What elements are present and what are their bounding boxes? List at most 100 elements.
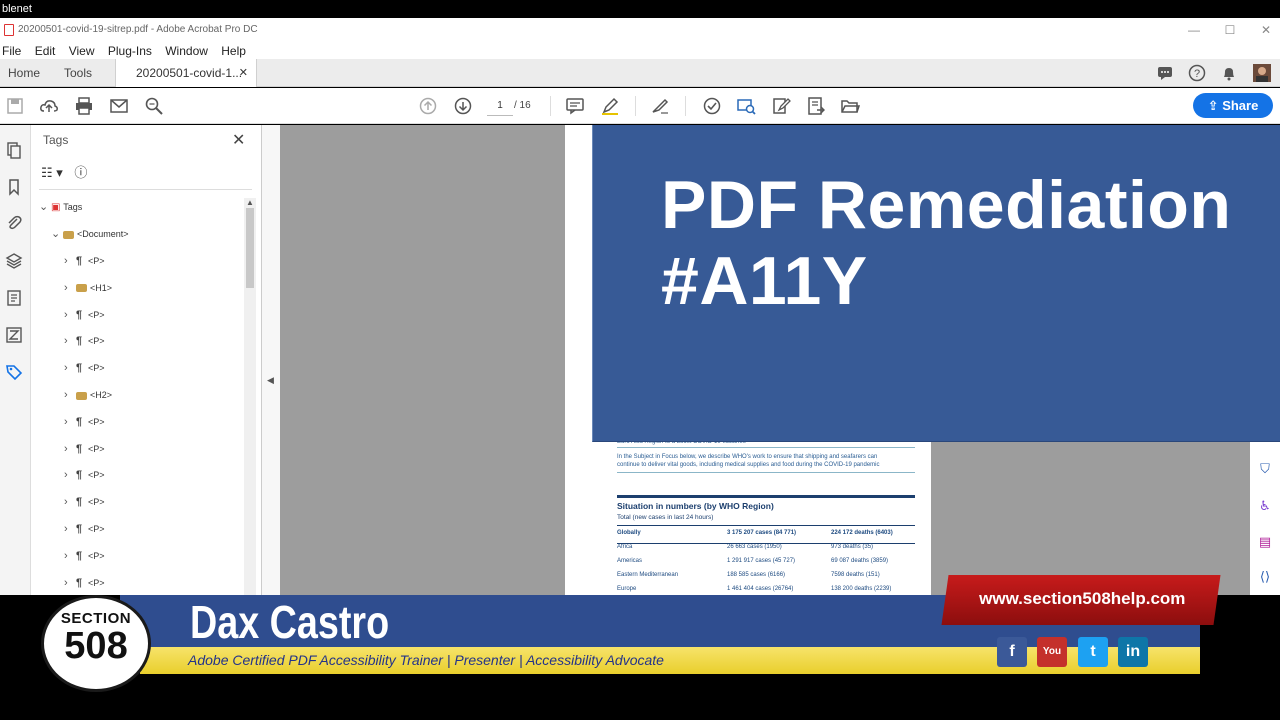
page-number-input[interactable]: 1	[487, 96, 513, 116]
layers-icon[interactable]	[5, 252, 23, 270]
chevron-right-icon[interactable]: ›	[64, 414, 76, 430]
menu-file[interactable]: File	[2, 42, 21, 60]
twitter-icon[interactable]: t	[1078, 637, 1108, 667]
panel-collapse-handle[interactable]: ◀	[262, 125, 280, 595]
close-window-button[interactable]: ✕	[1248, 18, 1280, 42]
linkedin-icon[interactable]: in	[1118, 637, 1148, 667]
bell-icon[interactable]	[1220, 64, 1238, 82]
tree-item[interactable]: › <H1>	[64, 280, 112, 296]
chevron-right-icon[interactable]: ›	[64, 387, 76, 403]
tree-item[interactable]: › ¶ <P>	[64, 441, 105, 457]
chevron-right-icon[interactable]: ›	[64, 441, 76, 457]
next-page-icon[interactable]	[453, 96, 473, 116]
tree-item[interactable]: › ¶ <P>	[64, 467, 105, 483]
export-pdf-icon[interactable]	[806, 96, 826, 116]
tags-panel-close-icon[interactable]: ✕	[232, 130, 245, 150]
tree-item[interactable]: › ¶ <P>	[64, 521, 105, 537]
menu-edit[interactable]: Edit	[35, 42, 56, 60]
collapse-arrow-icon[interactable]: ◀	[267, 375, 274, 386]
tree-item[interactable]: › ¶ <P>	[64, 360, 105, 376]
edit-pdf-icon[interactable]	[771, 96, 791, 116]
chevron-right-icon[interactable]: ›	[64, 280, 76, 296]
tree-item[interactable]: › ¶ <P>	[64, 548, 105, 564]
chevron-right-icon[interactable]: ›	[64, 575, 76, 591]
paragraph-icon: ¶	[76, 576, 83, 589]
code-icon[interactable]: ⟨⟩	[1257, 569, 1273, 585]
accessibility-icon[interactable]: ♿	[1257, 498, 1273, 514]
open-folder-icon[interactable]	[840, 96, 860, 116]
order-icon[interactable]	[5, 326, 23, 344]
avatar[interactable]	[1253, 64, 1271, 82]
help-icon[interactable]: ?	[1188, 64, 1206, 82]
scrollbar-thumb[interactable]	[246, 208, 254, 288]
tree-item[interactable]: › ¶ <P>	[64, 494, 105, 510]
tab-home[interactable]: Home	[8, 59, 40, 87]
tab-document[interactable]: 20200501-covid-1... ✕	[115, 59, 257, 87]
chevron-down-icon[interactable]: ⌄	[51, 226, 63, 242]
page-thumbnails-icon[interactable]	[5, 141, 23, 159]
menu-plugins[interactable]: Plug-Ins	[108, 42, 152, 60]
chevron-right-icon[interactable]: ›	[64, 467, 76, 483]
website-url[interactable]: www.section508help.com	[979, 589, 1185, 609]
toolbar-divider	[635, 96, 636, 116]
tree-item[interactable]: › ¶ <P>	[64, 575, 105, 591]
attachment-icon[interactable]	[5, 214, 23, 232]
tree-item[interactable]: › ¶ <P>	[64, 333, 105, 349]
minimize-button[interactable]: —	[1176, 18, 1212, 42]
share-button[interactable]: ⇪ Share	[1193, 93, 1273, 118]
search-icon[interactable]	[144, 96, 164, 116]
chevron-right-icon[interactable]: ›	[64, 333, 76, 349]
tree-label: <P>	[88, 524, 105, 534]
menu-window[interactable]: Window	[165, 42, 208, 60]
tree-item[interactable]: › ¶ <P>	[64, 253, 105, 269]
menu-view[interactable]: View	[69, 42, 95, 60]
properties-info-icon[interactable]: ⓘ	[74, 165, 87, 180]
youtube-icon[interactable]: You	[1037, 637, 1067, 667]
scan-search-icon[interactable]	[736, 96, 756, 116]
comment-icon[interactable]	[1156, 64, 1174, 82]
paragraph-icon: ¶	[76, 469, 83, 482]
tree-label: <P>	[88, 363, 105, 374]
page-text: In the Subject in Focus below, we descri…	[617, 454, 878, 460]
tree-document[interactable]: ⌄ <Document>	[51, 226, 129, 242]
print-icon[interactable]	[74, 96, 94, 116]
menu-help[interactable]: Help	[221, 42, 246, 60]
chevron-right-icon[interactable]: ›	[64, 548, 76, 564]
content-icon[interactable]	[5, 289, 23, 307]
tags-icon[interactable]	[5, 363, 23, 381]
maximize-button[interactable]: ☐	[1212, 18, 1248, 42]
tree-label: <P>	[88, 336, 105, 347]
tree-root[interactable]: ⌄ ▣ Tags	[39, 199, 82, 215]
tree-item[interactable]: › <H2>	[64, 387, 112, 403]
sign-icon[interactable]	[650, 96, 670, 116]
email-icon[interactable]	[109, 96, 129, 116]
tags-panel-title: Tags	[43, 133, 69, 147]
checkmark-icon[interactable]	[702, 96, 722, 116]
chevron-down-icon[interactable]: ⌄	[39, 199, 51, 215]
scroll-up-icon[interactable]: ▲	[246, 198, 254, 207]
add-comment-icon[interactable]	[565, 96, 585, 116]
previous-page-icon[interactable]	[418, 96, 438, 116]
chevron-right-icon[interactable]: ›	[64, 360, 76, 376]
create-pdf-icon[interactable]: ▤	[1257, 534, 1273, 550]
window-title: 20200501-covid-19-sitrep.pdf - Adobe Acr…	[18, 24, 258, 35]
save-icon[interactable]	[5, 96, 25, 116]
tags-scrollbar[interactable]: ▲	[244, 198, 256, 595]
highlight-pen-icon[interactable]	[600, 96, 620, 116]
chevron-right-icon[interactable]: ›	[64, 494, 76, 510]
facebook-icon[interactable]: f	[997, 637, 1027, 667]
tab-tools[interactable]: Tools	[64, 59, 92, 87]
tree-item[interactable]: › ¶ <P>	[64, 414, 105, 430]
page-rule	[617, 472, 915, 473]
options-menu-icon[interactable]: ☷ ▾	[41, 165, 63, 180]
chevron-right-icon[interactable]: ›	[64, 253, 76, 269]
tree-item[interactable]: › ¶ <P>	[64, 307, 105, 323]
cloud-upload-icon[interactable]	[39, 96, 59, 116]
chevron-right-icon[interactable]: ›	[64, 307, 76, 323]
chevron-right-icon[interactable]: ›	[64, 521, 76, 537]
tab-close-icon[interactable]: ✕	[239, 59, 248, 87]
bookmark-icon[interactable]	[5, 178, 23, 196]
protect-shield-icon[interactable]: ⛉	[1257, 461, 1273, 477]
tag-icon	[76, 284, 87, 293]
page-text: continue to deliver vital goods, includi…	[617, 462, 880, 468]
